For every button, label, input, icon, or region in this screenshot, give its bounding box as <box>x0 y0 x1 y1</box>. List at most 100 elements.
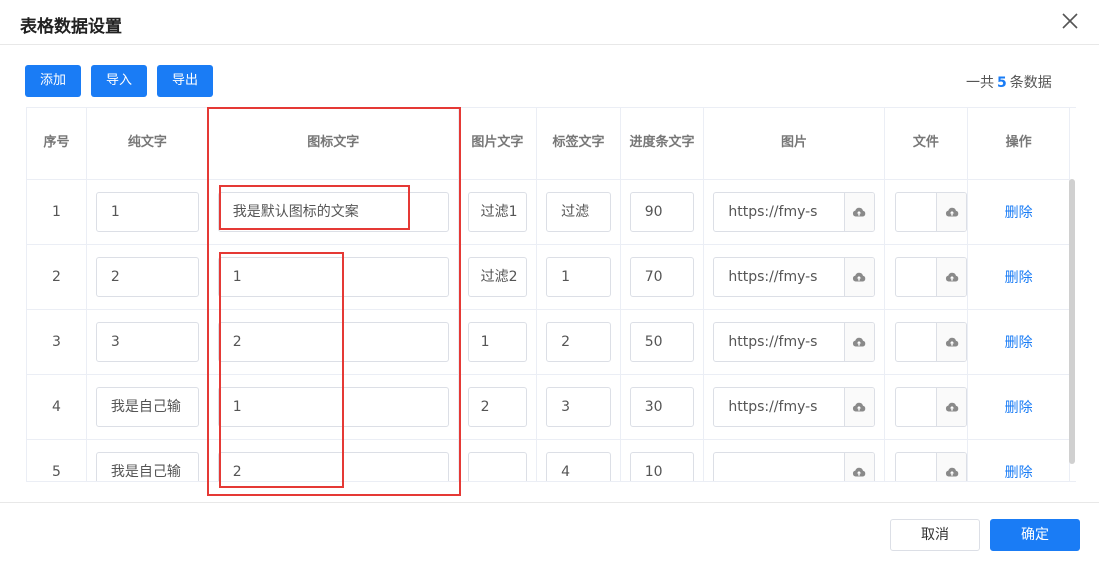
tag-text-input[interactable]: 3 <box>546 386 611 427</box>
file-upload-field[interactable] <box>894 386 968 427</box>
action-cell: 删除 <box>967 374 1070 440</box>
table-settings-dialog: 表格数据设置 添加 导入 导出 一共 5 条数据 序号 纯文字 图标文字 图片文字 … <box>0 0 1099 565</box>
icon-text-cell: 2 <box>208 439 459 481</box>
plain-text-cell: 2 <box>86 244 209 310</box>
table-row: 2 2 1 过滤2 1 70 https://fmy-s 删除 <box>27 244 1070 310</box>
image-text-input[interactable] <box>467 451 528 481</box>
tag-text-cell: 4 <box>536 439 621 481</box>
table-row: 1 1 我是默认图标的文案 过滤1 过滤 90 https://fmy-s 删除 <box>27 179 1070 245</box>
plain-text-input[interactable]: 3 <box>95 321 199 362</box>
file-upload-field[interactable] <box>894 256 968 297</box>
file-input[interactable] <box>896 323 937 361</box>
cloud-upload-icon[interactable] <box>843 192 874 231</box>
header-image-text: 图片文字 <box>458 108 538 180</box>
file-input[interactable] <box>896 388 937 426</box>
progress-input[interactable]: 90 <box>629 191 695 232</box>
image-upload-field[interactable] <box>713 451 875 482</box>
image-cell: https://fmy-s <box>703 244 885 310</box>
dialog-header: 表格数据设置 <box>0 0 1099 45</box>
progress-cell: 50 <box>620 309 705 375</box>
action-cell: 删除 <box>967 439 1070 481</box>
icon-text-cell: 1 <box>208 374 459 440</box>
image-url-input[interactable] <box>714 453 843 482</box>
header-image: 图片 <box>703 108 885 180</box>
add-button[interactable]: 添加 <box>25 65 81 97</box>
tag-text-cell: 过滤 <box>536 179 621 245</box>
confirm-button[interactable]: 确定 <box>990 519 1080 551</box>
image-url-input[interactable]: https://fmy-s <box>714 388 843 426</box>
tag-text-input[interactable]: 4 <box>546 451 611 481</box>
cloud-upload-icon[interactable] <box>936 452 967 481</box>
file-upload-field[interactable] <box>894 451 968 482</box>
tag-text-input[interactable]: 2 <box>546 321 611 362</box>
row-index: 5 <box>27 439 87 481</box>
file-cell <box>884 179 969 245</box>
cloud-upload-icon[interactable] <box>936 387 967 426</box>
cloud-upload-icon[interactable] <box>843 257 874 296</box>
cloud-upload-icon[interactable] <box>936 257 967 296</box>
image-text-input[interactable]: 过滤1 <box>467 191 528 232</box>
export-button[interactable]: 导出 <box>157 65 213 97</box>
header-file: 文件 <box>884 108 969 180</box>
image-upload-field[interactable]: https://fmy-s <box>713 256 875 297</box>
image-upload-field[interactable]: https://fmy-s <box>713 191 875 232</box>
progress-input[interactable]: 30 <box>629 386 695 427</box>
image-text-cell: 过滤1 <box>458 179 538 245</box>
file-cell <box>884 309 969 375</box>
plain-text-input[interactable]: 1 <box>95 191 199 232</box>
cancel-button[interactable]: 取消 <box>890 519 980 551</box>
file-input[interactable] <box>896 453 937 482</box>
image-upload-field[interactable]: https://fmy-s <box>713 321 875 362</box>
plain-text-input[interactable]: 我是自己输 <box>95 451 199 481</box>
icon-text-input[interactable]: 1 <box>217 386 449 427</box>
delete-link[interactable]: 删除 <box>1005 270 1033 286</box>
progress-input[interactable]: 70 <box>629 256 695 297</box>
image-url-input[interactable]: https://fmy-s <box>714 193 843 231</box>
icon-text-input[interactable]: 2 <box>217 451 449 481</box>
record-count-suffix: 条数据 <box>1009 75 1052 91</box>
record-count-number: 5 <box>997 75 1007 91</box>
plain-text-input[interactable]: 我是自己输 <box>95 386 199 427</box>
delete-link[interactable]: 删除 <box>1005 205 1033 221</box>
file-upload-field[interactable] <box>894 191 968 232</box>
delete-link[interactable]: 删除 <box>1005 335 1033 351</box>
image-cell: https://fmy-s <box>703 374 885 440</box>
image-text-input[interactable]: 过滤2 <box>467 256 528 297</box>
image-text-input[interactable]: 1 <box>467 321 528 362</box>
progress-input[interactable]: 10 <box>629 451 695 481</box>
row-index: 3 <box>27 309 87 375</box>
file-input[interactable] <box>896 193 937 231</box>
cloud-upload-icon[interactable] <box>843 387 874 426</box>
image-text-cell: 2 <box>458 374 538 440</box>
delete-link[interactable]: 删除 <box>1005 400 1033 416</box>
delete-link[interactable]: 删除 <box>1005 465 1033 481</box>
cloud-upload-icon[interactable] <box>843 452 874 481</box>
file-input[interactable] <box>896 258 937 296</box>
icon-text-input[interactable]: 我是默认图标的文案 <box>217 191 449 232</box>
import-button[interactable]: 导入 <box>91 65 147 97</box>
table-row: 4 我是自己输 1 2 3 30 https://fmy-s 删除 <box>27 374 1070 440</box>
table-header-row: 序号 纯文字 图标文字 图片文字 标签文字 进度条文字 图片 文件 操作 <box>27 108 1070 180</box>
close-icon[interactable] <box>1060 11 1080 31</box>
image-url-input[interactable]: https://fmy-s <box>714 323 843 361</box>
image-text-input[interactable]: 2 <box>467 386 528 427</box>
image-upload-field[interactable]: https://fmy-s <box>713 386 875 427</box>
cloud-upload-icon[interactable] <box>936 322 967 361</box>
icon-text-cell: 我是默认图标的文案 <box>208 179 459 245</box>
cloud-upload-icon[interactable] <box>843 322 874 361</box>
file-upload-field[interactable] <box>894 321 968 362</box>
icon-text-input[interactable]: 1 <box>217 256 449 297</box>
progress-input[interactable]: 50 <box>629 321 695 362</box>
plain-text-cell: 3 <box>86 309 209 375</box>
image-url-input[interactable]: https://fmy-s <box>714 258 843 296</box>
table-scrollbar[interactable] <box>1069 179 1075 464</box>
icon-text-input[interactable]: 2 <box>217 321 449 362</box>
plain-text-input[interactable]: 2 <box>95 256 199 297</box>
row-index: 1 <box>27 179 87 245</box>
cloud-upload-icon[interactable] <box>936 192 967 231</box>
tag-text-input[interactable]: 过滤 <box>546 191 611 232</box>
tag-text-input[interactable]: 1 <box>546 256 611 297</box>
plain-text-cell: 我是自己输 <box>86 439 209 481</box>
plain-text-cell: 1 <box>86 179 209 245</box>
action-cell: 删除 <box>967 244 1070 310</box>
